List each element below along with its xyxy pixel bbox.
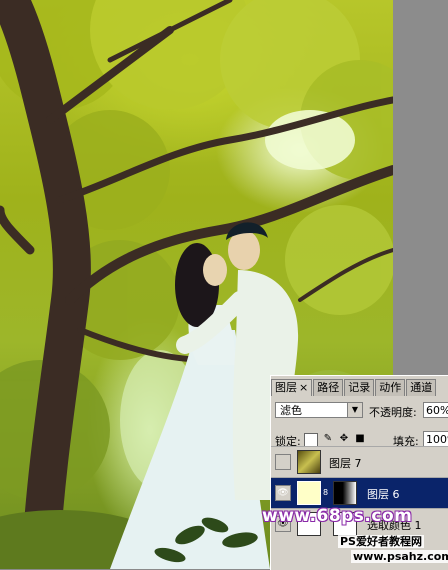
layer-thumbnail xyxy=(297,481,321,505)
layer-row-selected[interactable]: 👁 8 图层 6 xyxy=(271,477,448,508)
tab-label: 记录 xyxy=(348,381,371,394)
forum-watermark: PS爱好者教程网 xyxy=(338,535,424,548)
lock-options: ✎ ✥ ■ xyxy=(304,433,366,447)
chevron-down-icon[interactable]: ▼ xyxy=(347,403,362,417)
blend-mode-select[interactable]: 滤色 ▼ xyxy=(275,402,363,418)
eye-icon[interactable]: 👁 xyxy=(275,485,291,501)
panel-tabs: 图层 × 路径 记录 动作 通道 xyxy=(271,379,448,397)
close-icon[interactable]: × xyxy=(299,381,308,394)
tab-label: 动作 xyxy=(379,381,402,394)
lock-all-icon[interactable]: ■ xyxy=(354,433,366,445)
visibility-toggle[interactable] xyxy=(275,454,291,470)
lock-transparency-icon[interactable] xyxy=(304,433,318,447)
tab-history[interactable]: 记录 xyxy=(344,379,375,396)
tab-channels[interactable]: 通道 xyxy=(406,379,437,396)
layer-name: 图层 6 xyxy=(367,488,400,501)
fill-input[interactable]: 100% xyxy=(423,431,448,447)
opacity-label: 不透明度: xyxy=(369,406,417,419)
blend-mode-value: 滤色 xyxy=(280,404,302,417)
tab-label: 图层 xyxy=(275,381,297,394)
fill-value: 100% xyxy=(426,433,448,446)
forum-url-watermark: www.psahz.com xyxy=(351,550,448,563)
opacity-input[interactable]: 60% xyxy=(423,402,448,418)
lock-brush-icon[interactable]: ✎ xyxy=(322,433,334,445)
tab-actions[interactable]: 动作 xyxy=(375,379,406,396)
tab-layers[interactable]: 图层 × xyxy=(271,379,313,396)
lock-move-icon[interactable]: ✥ xyxy=(338,433,350,445)
tab-label: 路径 xyxy=(317,381,340,394)
tab-label: 通道 xyxy=(410,381,433,394)
layer-thumbnail xyxy=(297,450,321,474)
site-watermark: www.68ps.com xyxy=(262,506,413,526)
opacity-value: 60% xyxy=(426,404,448,417)
layer-row[interactable]: 图层 7 xyxy=(271,446,448,477)
layer-name: 图层 7 xyxy=(329,457,362,470)
link-chain-icon: 8 xyxy=(323,488,329,497)
layer-mask-thumbnail xyxy=(333,481,357,505)
tab-paths[interactable]: 路径 xyxy=(313,379,344,396)
